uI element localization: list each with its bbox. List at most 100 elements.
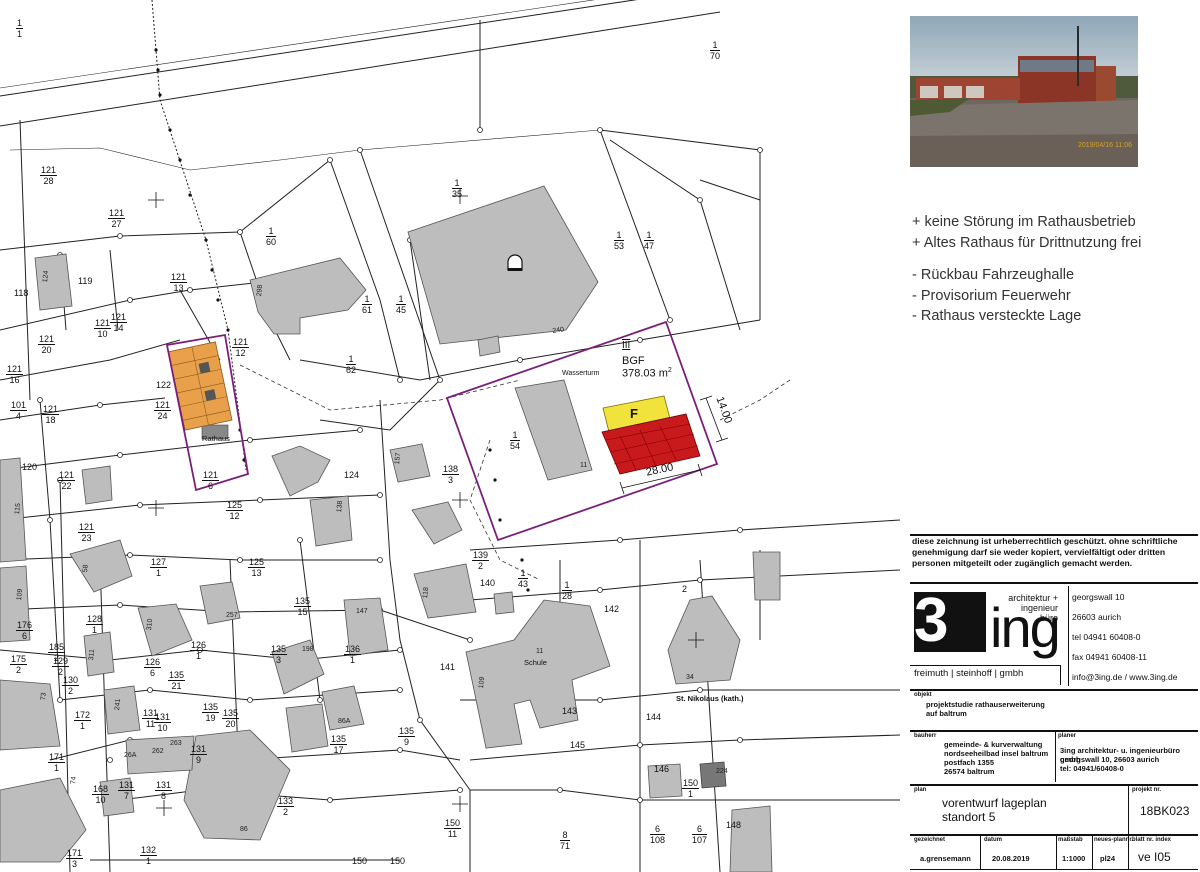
parcel-label: 139 2 [472, 550, 490, 571]
blatt-value: ve I05 [1138, 850, 1171, 864]
building-number: 26A [124, 752, 137, 759]
parcel-label: 1 28 [562, 580, 573, 601]
parcel-label: 1 53 [614, 230, 625, 251]
parcel-number: 122 [156, 380, 172, 390]
building-number: 311 [88, 648, 97, 661]
blatt-label: blatt nr. index [1132, 837, 1172, 843]
plannr-value: pl24 [1100, 854, 1116, 863]
parcel-number: 120 [22, 462, 38, 472]
parcel-number: 124 [344, 470, 360, 480]
building-number: 86A [338, 718, 351, 725]
parcel-label: 138 3 [442, 464, 460, 485]
parcel-label: 128 1 [86, 614, 104, 635]
parcel-label: 101 4 [10, 400, 28, 421]
parcel-label: 135 15 [294, 596, 312, 617]
parcel-number: 143 [562, 706, 578, 716]
contact-address: georgswall 10 [1072, 592, 1125, 602]
building-number: 224 [716, 768, 728, 775]
parcel-label: 125 12 [226, 500, 244, 521]
area-value: 378.03 m2 [622, 367, 672, 380]
parcel-number: 150 [352, 856, 368, 866]
parcel-label: 135 21 [168, 670, 186, 691]
parcel-label: 1 70 [710, 40, 721, 61]
gezeichnet-value: a.grensemann [920, 854, 971, 863]
contact-web[interactable]: info@3ing.de / www.3ing.de [1072, 672, 1178, 682]
parcel-label: 1 61 [362, 294, 373, 315]
parcel-label: 133 2 [277, 796, 295, 817]
parcel-label: 1 35 [452, 178, 463, 199]
building-number: 58 [82, 564, 90, 573]
schule-label: Schule [524, 658, 547, 667]
building-number: 73 [40, 692, 48, 701]
parcel-number: 118 [14, 288, 29, 298]
parcel-number: 140 [480, 578, 496, 588]
building-number: 257 [226, 612, 238, 619]
contact-phone: tel 04941 60408-0 [1072, 632, 1141, 642]
parcel-label: 1 60 [266, 226, 277, 247]
parcel-label: 171 3 [66, 848, 84, 869]
plan-label: plan [914, 787, 927, 793]
parcel-label: 1 47 [644, 230, 655, 251]
parcel-number: 144 [646, 712, 662, 722]
church-label: St. Nikolaus (kath.) [676, 694, 744, 703]
parcel-label: 121 10 [94, 318, 112, 339]
parcel-number: 119 [78, 276, 93, 286]
logo-names: freimuth | steinhoff | gmbh [914, 668, 1024, 679]
parcel-label: 121 16 [6, 364, 24, 385]
site-photo: 2019/04/16 11:06 [910, 16, 1138, 167]
parcel-label: 6 108 [650, 824, 666, 845]
parcel-label: 168 10 [92, 784, 110, 805]
parcel-label: 130 2 [62, 675, 80, 696]
logo-three: 3 [914, 586, 949, 655]
planer-line-3: tel: 04941/60408-0 [1060, 764, 1124, 773]
storeys-label: III [622, 340, 631, 351]
parcel-label: 150 11 [444, 818, 462, 839]
building-number: 241 [114, 698, 123, 711]
map-drawing [0, 0, 900, 872]
building-number: 11 [580, 462, 588, 469]
pro-item: + keine Störung im Rathausbetrieb [912, 214, 1136, 230]
building-number: 263 [170, 740, 182, 747]
plannr-label: neues-plannr. [1094, 837, 1134, 843]
parcel-label: 121 22 [58, 470, 76, 491]
projekt-label: projekt nr. [1132, 787, 1162, 793]
parcel-label: 121 28 [40, 165, 58, 186]
building-number: 86 [240, 826, 248, 833]
building-number: 147 [356, 608, 368, 615]
massstab-label: maßstab [1058, 837, 1083, 843]
parcel-label: 1 62 [346, 354, 357, 375]
parcel-label: 1 45 [396, 294, 407, 315]
building-number: 118 [422, 586, 431, 599]
con-item: - Provisorium Feuerwehr [912, 287, 1071, 304]
con-item: - Rückbau Fahrzeughalle [912, 267, 1075, 284]
parcel-label: 127 1 [150, 557, 168, 578]
site-plan-map[interactable]: 1 1 1 70 121 28 121 27 1 60 1 35 1 53 1 47 121 13 1 61 1 45 12… [0, 0, 900, 872]
parcel-number: 148 [726, 820, 742, 830]
building-number: 74 [70, 776, 78, 785]
parcel-number: 141 [440, 662, 456, 672]
parcel-label: 135 3 [270, 644, 288, 665]
bauherr-line-3: postfach 1355 [944, 758, 995, 767]
building-number: 310 [146, 618, 155, 631]
block-letter: F [630, 406, 638, 421]
parcel-label: 175 2 [10, 654, 28, 675]
parcel-label: 135 9 [398, 726, 416, 747]
wasserturm-label: Wasserturm [562, 370, 600, 377]
parcel-label: 8 71 [560, 830, 571, 851]
parcel-label: 121 6 [202, 470, 220, 491]
parcel-number: 2 [682, 584, 688, 594]
con-item: - Rathaus versteckte Lage [912, 308, 1082, 325]
building-number: 198 [302, 646, 314, 653]
massstab-value: 1:1000 [1062, 854, 1086, 863]
datum-label: datum [984, 837, 1002, 843]
parcel-label: 132 1 [140, 845, 158, 866]
building-number: 115 [14, 502, 23, 515]
parcel-label: 135 17 [330, 734, 348, 755]
rathaus-label: Rathaus [202, 434, 230, 443]
parcel-label: 150 1 [682, 778, 700, 799]
parcel-label: 121 24 [154, 400, 172, 421]
parcel-label: 121 12 [232, 337, 250, 358]
parcel-label: 121 23 [78, 522, 96, 543]
bauherr-line-4: 26574 baltrum [944, 767, 995, 776]
building-number: 262 [152, 748, 164, 755]
